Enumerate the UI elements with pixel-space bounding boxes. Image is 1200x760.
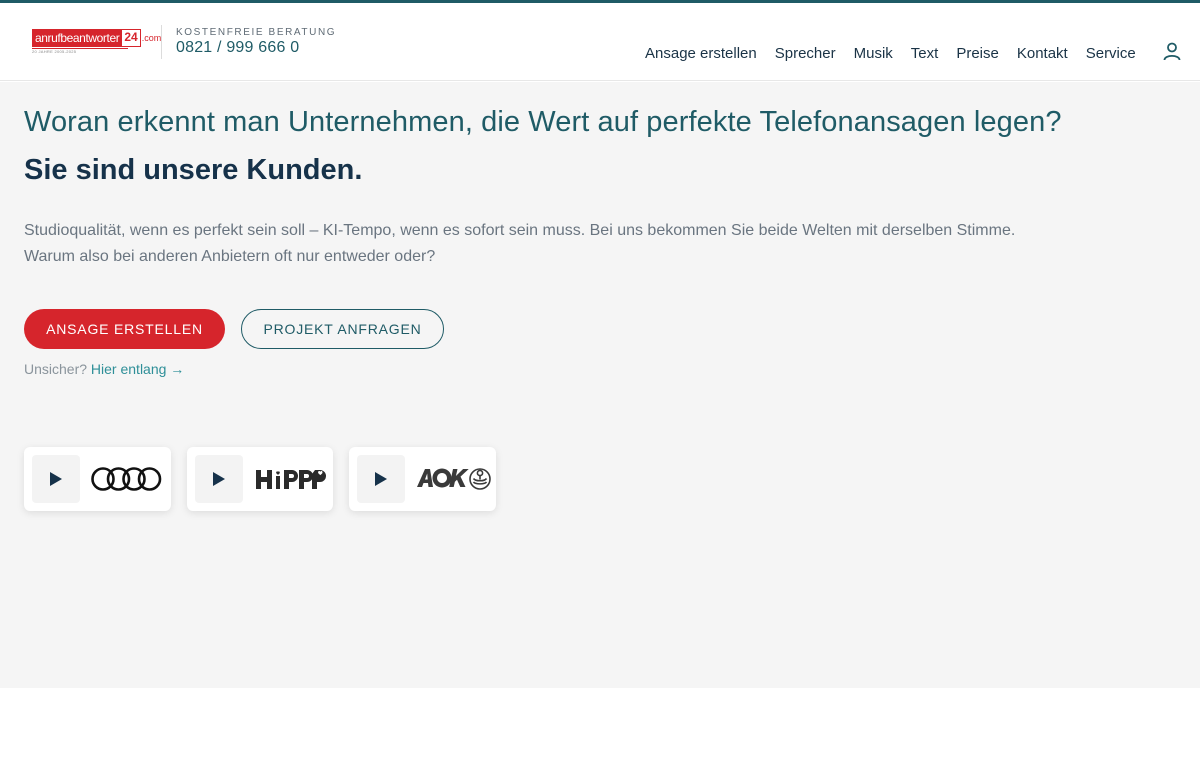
main-navigation: Ansage erstellen Sprecher Musik Text Pre… xyxy=(645,45,1154,62)
user-icon[interactable] xyxy=(1162,41,1182,61)
nav-item-kontakt[interactable]: Kontakt xyxy=(1017,45,1068,62)
nav-item-sprecher[interactable]: Sprecher xyxy=(775,45,836,62)
hero-answer: Sie sind unsere Kunden. xyxy=(24,154,363,186)
request-project-button[interactable]: Projekt anfragen xyxy=(241,309,444,349)
play-button[interactable] xyxy=(357,455,405,503)
play-button[interactable] xyxy=(195,455,243,503)
hero-lead-text: Studioqualität, wenn es perfekt sein sol… xyxy=(24,222,1016,265)
reference-card-aok xyxy=(349,447,496,511)
reference-card-audi xyxy=(24,447,171,511)
nav-item-musik[interactable]: Musik xyxy=(854,45,893,62)
consultation-phone-link[interactable]: 0821 / 999 666 0 xyxy=(176,39,299,57)
site-logo[interactable]: anrufbeantworter 24 .com 20 JAHRE 2005-2… xyxy=(32,29,161,54)
site-header: anrufbeantworter 24 .com 20 JAHRE 2005-2… xyxy=(0,3,1200,81)
logo-tagline: 20 JAHRE 2005-2025 xyxy=(32,48,128,54)
aok-logo xyxy=(417,468,491,490)
play-icon xyxy=(375,472,387,486)
unsure-hint: Unsicher? Hier entlang → xyxy=(24,361,185,377)
unsure-link[interactable]: Hier entlang → xyxy=(91,361,184,377)
consultation-label: KOSTENFREIE BERATUNG xyxy=(176,27,337,38)
play-button[interactable] xyxy=(32,455,80,503)
nav-item-ansage-erstellen[interactable]: Ansage erstellen xyxy=(645,45,757,62)
nav-item-preise[interactable]: Preise xyxy=(956,45,999,62)
page-bottom-area xyxy=(0,688,1200,760)
play-icon xyxy=(213,472,225,486)
create-announcement-button[interactable]: Ansage erstellen xyxy=(24,309,225,349)
nav-item-text[interactable]: Text xyxy=(911,45,939,62)
header-divider xyxy=(161,25,162,59)
hipp-logo xyxy=(256,470,326,489)
nav-item-service[interactable]: Service xyxy=(1086,45,1136,62)
play-icon xyxy=(50,472,62,486)
audi-logo xyxy=(91,467,162,491)
hero-question: Woran erkennt man Unternehmen, die Wert … xyxy=(24,106,1062,138)
reference-card-hipp xyxy=(187,447,333,511)
logo-wordmark: anrufbeantworter 24 .com xyxy=(32,29,161,47)
